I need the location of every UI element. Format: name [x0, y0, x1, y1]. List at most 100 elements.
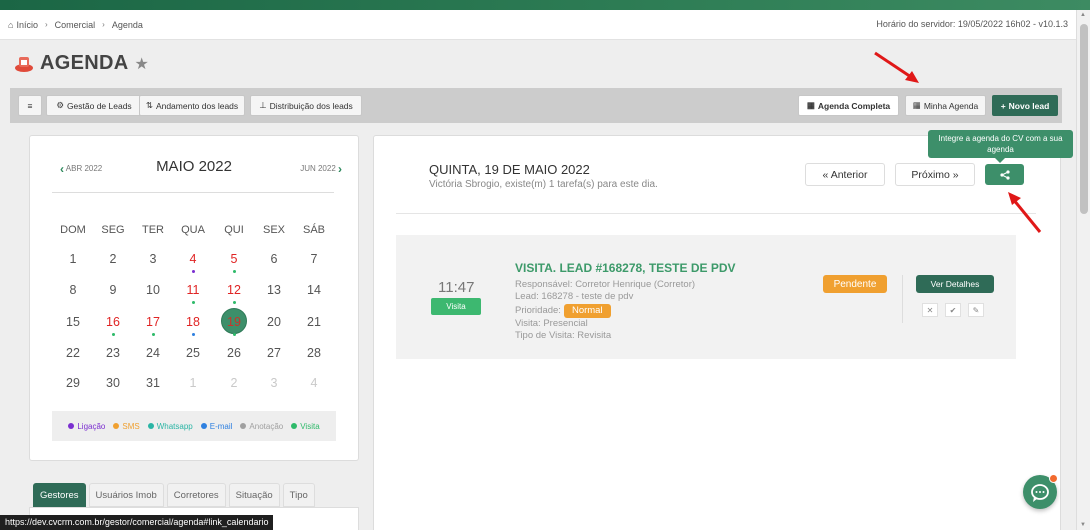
calendar-day[interactable]: 2 — [214, 376, 254, 390]
tab-usuarios-imob[interactable]: Usuários Imob — [88, 483, 164, 507]
legend-sms: SMS — [113, 422, 140, 431]
calendar-day[interactable]: 13 — [254, 283, 294, 297]
legend-ligacao: Ligação — [68, 422, 105, 431]
calendar-day[interactable]: 24 — [133, 346, 173, 360]
edit-task-icon[interactable]: ✎ — [968, 303, 984, 317]
scrollbar-thumb[interactable] — [1080, 24, 1088, 214]
gear-icon: ⚙ — [56, 100, 64, 110]
breadcrumb-section[interactable]: Comercial — [55, 20, 96, 30]
calendar-day-selected[interactable]: 19 — [214, 315, 254, 329]
calendar-day[interactable]: 3 — [133, 252, 173, 266]
tab-corretores[interactable]: Corretores — [166, 483, 226, 507]
calendar-day[interactable]: 8 — [53, 283, 93, 297]
breadcrumb: ⌂ Início › Comercial › Agenda Horário do… — [0, 10, 1076, 40]
calendar-day[interactable]: 3 — [254, 376, 294, 390]
calendar-day[interactable]: 15 — [53, 315, 93, 329]
task-title[interactable]: VISITA. LEAD #168278, TESTE DE PDV — [515, 261, 736, 275]
annotation-arrow — [874, 51, 919, 83]
calendar-prev-month[interactable]: ‹ ABR 2022 — [60, 162, 102, 176]
sort-icon: ⇅ — [145, 100, 153, 110]
calendar-day[interactable]: 30 — [93, 376, 133, 390]
gestao-leads-button[interactable]: ⚙ Gestão de Leads — [46, 95, 142, 116]
next-day-button[interactable]: Próximo » — [895, 163, 975, 186]
scroll-down-icon[interactable]: ▼ — [1080, 522, 1086, 528]
tab-tipo[interactable]: Tipo — [282, 483, 315, 507]
menu-button[interactable]: ≡ — [18, 95, 42, 116]
tab-gestores[interactable]: Gestores — [33, 483, 86, 507]
agenda-completa-button[interactable]: ▦ Agenda Completa — [798, 95, 899, 116]
calendar-day[interactable]: 22 — [53, 346, 93, 360]
calendar-day[interactable]: 2 — [93, 252, 133, 266]
favorite-star-icon[interactable]: ★ — [134, 54, 148, 74]
weekday-label: QUA — [181, 224, 205, 236]
day-divider — [396, 213, 1036, 214]
calendar-day[interactable]: 17 — [133, 315, 173, 329]
calendar-day[interactable]: 4 — [173, 252, 213, 266]
novo-lead-button[interactable]: + Novo lead — [992, 95, 1058, 116]
calendar-day[interactable]: 28 — [294, 346, 334, 360]
calendar-day[interactable]: 5 — [214, 252, 254, 266]
calendar-logo-icon — [15, 56, 33, 72]
weekday-label: SEX — [262, 224, 285, 236]
calendar-day[interactable]: 29 — [53, 376, 93, 390]
task-divider — [902, 275, 903, 323]
calendar-next-month[interactable]: JUN 2022 › — [300, 162, 342, 176]
calendar-day[interactable]: 4 — [294, 376, 334, 390]
distribuicao-leads-button[interactable]: ⊥ Distribuição dos leads — [250, 95, 362, 116]
calendar-icon: ▦ — [806, 100, 815, 110]
task-card: 11:47 Visita VISITA. LEAD #168278, TESTE… — [396, 235, 1016, 359]
calendar-day[interactable]: 23 — [93, 346, 133, 360]
calendar-day[interactable]: 9 — [93, 283, 133, 297]
cancel-task-icon[interactable]: ✕ — [922, 303, 938, 317]
day-subtitle: Victória Sbrogio, existe(m) 1 tarefa(s) … — [429, 179, 658, 190]
calendar-day[interactable]: 16 — [93, 315, 133, 329]
calendar-day[interactable]: 7 — [294, 252, 334, 266]
calendar-day[interactable]: 27 — [254, 346, 294, 360]
complete-task-icon[interactable]: ✔ — [945, 303, 961, 317]
weekday-label: DOM — [60, 224, 86, 236]
legend-visita: Visita — [291, 422, 320, 431]
share-calendar-button[interactable] — [985, 164, 1024, 185]
prev-day-button[interactable]: « Anterior — [805, 163, 885, 186]
page-header: AGENDA ★ — [14, 52, 149, 75]
andamento-leads-button[interactable]: ⇅ Andamento dos leads — [139, 95, 245, 116]
page-scrollbar[interactable]: ▲ ▼ — [1076, 10, 1090, 530]
calendar-day[interactable]: 18 — [173, 315, 213, 329]
task-type-badge: Visita — [431, 298, 481, 315]
calendar-day[interactable]: 20 — [254, 315, 294, 329]
priority-badge: Normal — [563, 303, 611, 318]
tab-situacao[interactable]: Situação — [228, 483, 280, 507]
minha-agenda-button[interactable]: ▦ Minha Agenda — [905, 95, 986, 116]
event-dot — [233, 301, 236, 304]
breadcrumb-home[interactable]: Início — [16, 20, 38, 30]
legend-whatsapp: Whatsapp — [147, 422, 193, 431]
event-dot — [233, 333, 236, 336]
toolbar: ≡ ⚙ Gestão de Leads ⇅ Andamento dos leads … — [10, 88, 1062, 123]
chevron-right-icon: › — [102, 20, 105, 29]
calendar-day[interactable]: 26 — [214, 346, 254, 360]
event-dot — [192, 301, 195, 304]
weekday-label: SÁB — [302, 224, 325, 236]
chevron-right-icon: › — [338, 162, 342, 176]
breadcrumb-page: Agenda — [111, 19, 143, 30]
notification-dot — [1049, 474, 1058, 483]
chat-button[interactable] — [1023, 474, 1058, 509]
calendar-day[interactable]: 21 — [294, 315, 334, 329]
calendar-day[interactable]: 1 — [53, 252, 93, 266]
calendar-day[interactable]: 25 — [173, 346, 213, 360]
calendar-day[interactable]: 14 — [294, 283, 334, 297]
calendar-day[interactable]: 10 — [133, 283, 173, 297]
calendar-day[interactable]: 6 — [254, 252, 294, 266]
server-time: Horário do servidor: 19/05/2022 16h02 - … — [876, 19, 1068, 29]
calendar-day[interactable]: 1 — [173, 376, 213, 390]
scroll-up-icon[interactable]: ▲ — [1080, 12, 1086, 18]
task-responsavel: Responsável: Corretor Henrique (Corretor… — [515, 279, 696, 290]
calendar-day[interactable]: 11 — [173, 283, 213, 297]
view-details-button[interactable]: Ver Detalhes — [916, 275, 994, 293]
plus-icon: + — [1000, 100, 1006, 111]
calendar-day[interactable]: 31 — [133, 376, 173, 390]
legend-email: E-mail — [200, 422, 232, 431]
calendar-day[interactable]: 12 — [214, 283, 254, 297]
home-icon[interactable]: ⌂ — [8, 20, 13, 30]
filter-tabs: Gestores Usuários Imob Corretores Situaç… — [33, 483, 315, 507]
